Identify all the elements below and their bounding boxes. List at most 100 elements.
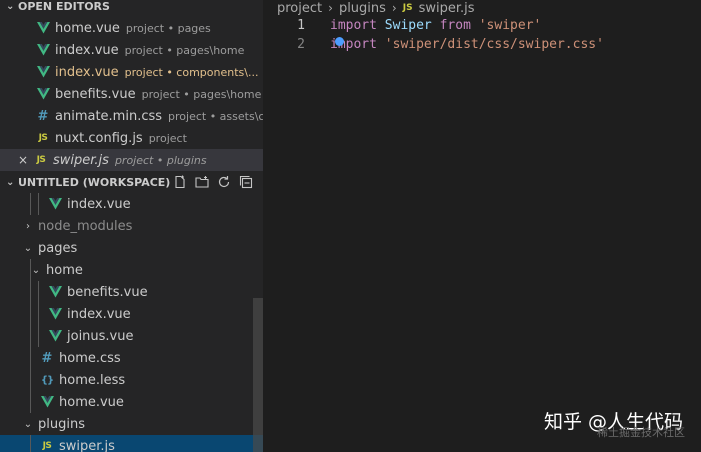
code-token: Swiper xyxy=(384,18,432,33)
breadcrumb-item-plugins[interactable]: plugins xyxy=(339,1,386,16)
js-icon: JS xyxy=(36,155,46,165)
chevron-down-icon: ⌄ xyxy=(23,242,33,254)
open-editor-filename: swiper.js xyxy=(53,152,109,168)
indent-guide xyxy=(30,281,31,303)
tree-file[interactable]: joinus.vue xyxy=(0,325,263,347)
open-editor-item[interactable]: JS nuxt.config.js project xyxy=(0,127,263,149)
open-editor-item[interactable]: home.vue project • pages xyxy=(0,17,263,39)
vue-icon xyxy=(48,197,62,211)
tree-file[interactable]: index.vue xyxy=(0,303,263,325)
close-icon[interactable]: × xyxy=(16,153,30,167)
workspace-actions xyxy=(173,175,263,189)
chevron-down-icon: ⌄ xyxy=(6,0,15,12)
indent-guide xyxy=(30,391,31,413)
open-editor-filename: animate.min.css xyxy=(55,108,163,124)
vue-icon xyxy=(48,307,62,321)
code-text: import 'swiper/dist/css/swiper.css' xyxy=(330,37,604,52)
tree-file[interactable]: index.vue xyxy=(0,193,263,215)
indent-guide xyxy=(30,369,31,391)
indent-guide xyxy=(38,325,39,347)
file-name: index.vue xyxy=(67,306,131,322)
open-editor-path: project • pages\home xyxy=(124,43,245,57)
js-icon: JS xyxy=(42,441,52,451)
folder-name: home xyxy=(46,262,83,278)
open-editors-title: OPEN EDITORS xyxy=(18,0,110,13)
open-editor-item[interactable]: # animate.min.css project • assets\css xyxy=(0,105,263,127)
workspace-header[interactable]: ⌄ UNTITLED (WORKSPACE) xyxy=(0,171,263,193)
code-line[interactable]: 1 import Swiper from 'swiper' xyxy=(263,16,701,35)
breakpoint-hover-dot[interactable] xyxy=(335,37,344,46)
open-editor-path: project xyxy=(148,131,187,145)
indent-guide xyxy=(30,259,31,281)
vue-icon xyxy=(36,43,50,57)
code-token: import xyxy=(330,18,377,33)
file-name: home.css xyxy=(59,350,121,366)
tree-folder[interactable]: ⌄ plugins xyxy=(0,413,263,435)
tree-file[interactable]: home.vue xyxy=(0,391,263,413)
tree-file[interactable]: JS swiper.js xyxy=(0,435,263,452)
chevron-down-icon: ⌄ xyxy=(6,176,15,188)
open-editor-filename: benefits.vue xyxy=(55,86,136,102)
line-number: 1 xyxy=(297,18,305,33)
file-name: index.vue xyxy=(67,196,131,212)
chevron-down-icon: ⌄ xyxy=(23,418,33,430)
workspace-title: UNTITLED (WORKSPACE) xyxy=(18,175,171,189)
open-editor-path: project • pages\home xyxy=(141,87,262,101)
less-icon: {} xyxy=(40,374,54,386)
open-editor-item[interactable]: index.vueproject • components\...1 xyxy=(0,61,263,83)
file-name: home.vue xyxy=(59,394,124,410)
css-icon: # xyxy=(41,350,53,366)
open-editors-header[interactable]: ⌄ OPEN EDITORS xyxy=(0,0,263,17)
open-editor-item[interactable]: × JS swiper.js project • plugins xyxy=(0,149,263,171)
vue-icon xyxy=(36,21,50,35)
tree-file[interactable]: # home.css xyxy=(0,347,263,369)
indent-guide xyxy=(30,435,31,452)
open-editor-item[interactable]: benefits.vue project • pages\home xyxy=(0,83,263,105)
folder-name: pages xyxy=(38,240,78,256)
new-file-icon[interactable] xyxy=(173,175,187,189)
open-editor-path: project • assets\css xyxy=(168,109,263,123)
sidebar-scrollbar[interactable] xyxy=(253,298,263,452)
collapse-all-icon[interactable] xyxy=(239,175,253,189)
editor-pane: project › plugins › JS swiper.js 1 import… xyxy=(263,0,701,452)
css-icon: # xyxy=(37,108,49,124)
code-line[interactable]: 2 import 'swiper/dist/css/swiper.css' xyxy=(263,35,701,54)
file-name: benefits.vue xyxy=(67,284,148,300)
tree-folder[interactable]: ⌄ home xyxy=(0,259,263,281)
vue-icon xyxy=(40,395,54,409)
code-text: import Swiper from 'swiper' xyxy=(330,18,541,33)
chevron-down-icon: ⌄ xyxy=(31,264,41,276)
refresh-icon[interactable] xyxy=(217,175,231,189)
indent-guide xyxy=(30,347,31,369)
file-name: swiper.js xyxy=(59,438,115,452)
breadcrumb-item-file[interactable]: swiper.js xyxy=(419,1,475,16)
breadcrumb: project › plugins › JS swiper.js xyxy=(263,0,475,16)
vue-icon xyxy=(48,285,62,299)
tree-folder[interactable]: › node_modules xyxy=(0,215,263,237)
open-editor-filename: home.vue xyxy=(55,20,120,36)
open-editor-path: project • pages xyxy=(125,21,211,35)
tree-folder[interactable]: ⌄ pages xyxy=(0,237,263,259)
file-name: home.less xyxy=(59,372,126,388)
open-editor-path: project • components\... xyxy=(124,65,259,79)
vue-icon xyxy=(36,65,50,79)
explorer-sidebar: ⌄ OPEN EDITORS home.vue project • pages in… xyxy=(0,0,263,452)
breadcrumb-item-project[interactable]: project xyxy=(277,1,322,16)
tree-file[interactable]: {} home.less xyxy=(0,369,263,391)
code-token: 'swiper/dist/css/swiper.css' xyxy=(384,37,604,52)
folder-name: plugins xyxy=(38,416,85,432)
code-token: 'swiper' xyxy=(478,18,542,33)
open-editor-item[interactable]: index.vue project • pages\home xyxy=(0,39,263,61)
vue-icon xyxy=(36,87,50,101)
indent-guide xyxy=(30,193,31,215)
chevron-right-icon: › xyxy=(391,1,397,15)
line-number: 2 xyxy=(297,37,305,52)
folder-name: node_modules xyxy=(38,218,133,234)
new-folder-icon[interactable] xyxy=(195,175,209,189)
tree-file[interactable]: benefits.vue xyxy=(0,281,263,303)
chevron-right-icon: › xyxy=(328,1,333,15)
indent-guide xyxy=(30,325,31,347)
